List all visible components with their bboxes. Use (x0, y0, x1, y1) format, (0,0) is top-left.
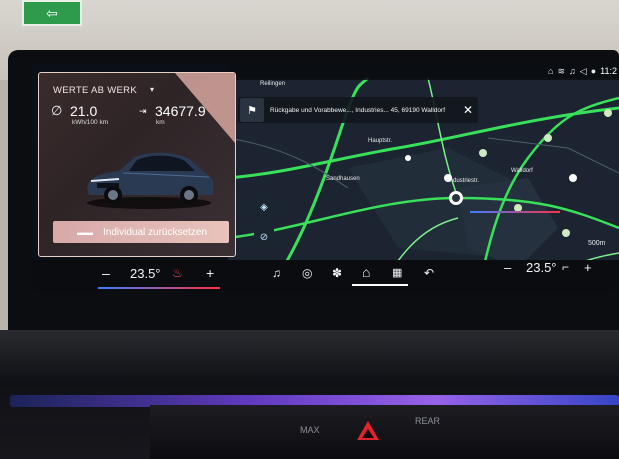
map-place-label: Reilingen (260, 81, 286, 87)
home-icon: ⌂ (548, 66, 554, 76)
seat-heating-icon[interactable]: ♨ (172, 266, 183, 280)
consumption-icon: ∅ (51, 103, 63, 118)
vehicle-info-card[interactable]: WERTE AB WERK ▾ ∅ 21.0 kWh/100 km ⇥ 3467… (38, 72, 236, 257)
right-temp-gradient (470, 211, 560, 213)
parking-icon[interactable]: ◈ (254, 197, 274, 217)
phone-icon[interactable]: ↶ (424, 266, 434, 280)
status-bar: ⌂ ≋ ♫ ◁ ● 11:2 (228, 64, 619, 80)
reset-icon: ▬▬ (77, 227, 93, 237)
consumption-value: 21.0 (70, 103, 98, 119)
destination-banner[interactable]: ⚑ Rückgabe und Vorabbewe..., Industries.… (238, 97, 478, 123)
exit-sign: ⇦ (22, 0, 82, 26)
volume-icon: ◁ (579, 66, 587, 76)
left-temp-decrease-button[interactable]: – (102, 265, 110, 281)
clock: 11:2 (600, 66, 617, 76)
status-icons: ⌂ ≋ ♫ ◁ ● 11:2 (548, 66, 617, 77)
navigation-icon[interactable]: ◎ (302, 266, 312, 280)
reset-label: Individual zurücksetzen (103, 226, 207, 238)
car-image (87, 152, 214, 209)
max-defrost-label[interactable]: MAX (300, 425, 320, 435)
map-place-label: Hauptstr. (368, 138, 393, 144)
card-page-indicator (135, 256, 165, 257)
right-temp-decrease-button[interactable]: – (504, 260, 511, 275)
range-icon: ⇥ (139, 106, 147, 116)
reset-individual-button[interactable]: ▬▬ Individual zurücksetzen (53, 221, 229, 243)
exit-sign-arrow: ⇦ (46, 4, 58, 21)
mic-icon: ● (590, 66, 597, 76)
chevron-down-icon[interactable]: ▾ (150, 85, 154, 94)
home-icon[interactable]: ⌂ (362, 264, 370, 280)
destination-address: Rückgabe und Vorabbewe..., Industries...… (270, 106, 446, 114)
bottom-control-bar: – 23.5° ♨ + ♫ ◎ ✽ ⌂ ▦ ↶ – 23.5° ⌐ + (32, 260, 619, 292)
music-note-icon: ♫ (569, 66, 576, 76)
left-temp-gradient (98, 287, 220, 289)
range-unit: km (156, 119, 165, 126)
right-temp-increase-button[interactable]: + (584, 260, 592, 275)
apps-icon[interactable]: ▦ (392, 266, 402, 279)
fan-icon[interactable]: ✽ (332, 266, 342, 280)
wifi-icon: ≋ (557, 66, 566, 76)
close-button[interactable]: ✕ (460, 103, 476, 117)
card-title[interactable]: WERTE AB WERK (53, 85, 137, 96)
climate-control-panel (150, 405, 619, 459)
hazard-icon (362, 429, 374, 438)
map-place-label: Sandhausen (326, 176, 360, 182)
seat-icon[interactable]: ⌐ (562, 260, 569, 274)
map-place-label: Walldorf (511, 168, 533, 174)
map-view-button[interactable]: ⊘ (254, 227, 274, 247)
consumption-unit: kWh/100 km (72, 119, 109, 126)
infotainment-screen: Hauptstr. Reilingen Walldorf Industriest… (32, 64, 619, 292)
left-temp-display: 23.5° (130, 266, 161, 281)
checkered-flag-icon: ⚑ (240, 98, 264, 122)
map-place-label: Industriestr. (448, 178, 480, 184)
right-temp-display: 23.5° (526, 260, 557, 275)
music-icon[interactable]: ♫ (272, 266, 281, 280)
left-temp-increase-button[interactable]: + (206, 265, 214, 281)
active-tab-indicator (352, 284, 408, 286)
rear-defrost-label[interactable]: REAR (415, 416, 440, 426)
map-scale-label: 500m (588, 240, 606, 247)
range-value: 34677.9 (155, 103, 206, 119)
